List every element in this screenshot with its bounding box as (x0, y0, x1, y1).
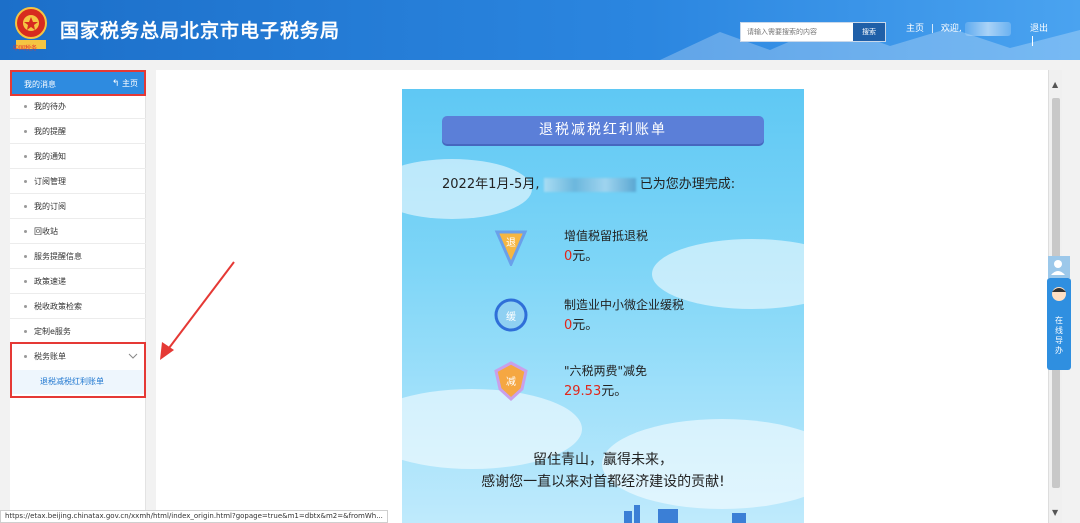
benefit-deferred-tax: 缓 制造业中小微企业缓税 0元。 (402, 293, 804, 337)
blurred-company-name (543, 177, 636, 192)
amount-unit: 元。 (572, 249, 599, 264)
back-arrow-icon: ↰ (111, 79, 120, 89)
sidebar-item-subscription-manage[interactable]: 订阅管理 (10, 169, 146, 194)
sidebar-item-recycle-bin[interactable]: 回收站 (10, 219, 146, 244)
red-arrow-annotation (160, 261, 235, 360)
sidebar-home-label: 主页 (122, 79, 138, 88)
benefit-amount-line: 0元。 (564, 245, 598, 264)
sidebar-item-todo[interactable]: 我的待办 (10, 94, 146, 119)
sidebar-item-my-subscriptions[interactable]: 我的订阅 (10, 194, 146, 219)
search-box: 搜索 (740, 22, 886, 42)
sidebar-item-notifications[interactable]: 我的通知 (10, 144, 146, 169)
benefit-name: "六税两费"减免 (564, 364, 648, 378)
sidebar-header-label: 我的消息 (24, 80, 56, 89)
thanks-line-2: 感谢您一直以来对首都经济建设的贡献! (481, 474, 725, 490)
divider (1032, 36, 1033, 46)
amount-unit: 元。 (601, 384, 628, 399)
blurred-username (964, 21, 1011, 36)
logout-link[interactable]: 退出 (1030, 21, 1048, 34)
badge-char: 退 (506, 238, 516, 249)
sidebar-home-link[interactable]: ↰ 主页 (112, 78, 138, 89)
benefit-name: 增值税留抵退税 (564, 229, 649, 243)
sidebar: 我的消息 ↰ 主页 我的待办 我的提醒 我的通知 订阅管理 我的订阅 回收站 服… (10, 70, 146, 523)
sidebar-menu: 我的待办 我的提醒 我的通知 订阅管理 我的订阅 回收站 服务提醒信息 政策速递… (10, 94, 146, 369)
benefit-amount-line: 29.53元。 (564, 380, 627, 399)
poster-title-bar: 退税减税红利账单 (442, 116, 764, 144)
intro-suffix: 已为您办理完成: (639, 177, 736, 192)
badge-char: 缓 (506, 312, 516, 323)
tax-bill-poster: 退税减税红利账单 2022年1月-5月, 已为您办理完成: 退 增值税留抵退税 … (402, 89, 804, 523)
sidebar-item-policy-search[interactable]: 税收政策检索 (10, 294, 146, 319)
divider: | (930, 24, 934, 34)
top-links: 主页 | 欢迎, (906, 21, 1011, 36)
sidebar-header-my-messages[interactable]: 我的消息 ↰ 主页 (10, 70, 146, 96)
scroll-down-icon[interactable]: ▼ (1052, 508, 1058, 517)
online-guide-button[interactable]: 在线导办 (1047, 278, 1071, 370)
search-button[interactable]: 搜索 (853, 23, 885, 41)
poster-title: 退税减税红利账单 (539, 122, 667, 138)
site-title: 国家税务总局北京市电子税务局 (60, 20, 341, 42)
logo-caption: 中国税务 (13, 45, 38, 52)
user-star-icon[interactable] (1048, 256, 1070, 278)
benefit-six-taxes-reduction: 减 "六税两费"减免 29.53元。 (402, 359, 804, 403)
poster-intro: 2022年1月-5月, 已为您办理完成: (442, 173, 735, 192)
welcome-text: 欢迎, (940, 24, 962, 34)
search-input[interactable] (741, 23, 855, 41)
online-guide-label: 在线导办 (1055, 316, 1063, 355)
benefit-vat-refund: 退 增值税留抵退税 0元。 (402, 224, 804, 268)
thanks-message: 留住青山，赢得未来， 感谢您一直以来对首都经济建设的贡献! (402, 449, 804, 493)
status-bar-url: https://etax.beijing.chinatax.gov.cn/xxm… (0, 510, 388, 523)
sidebar-item-service-reminders[interactable]: 服务提醒信息 (10, 244, 146, 269)
badge-char: 减 (506, 377, 516, 388)
top-header: 中国税务 国家税务总局北京市电子税务局 搜索 主页 | 欢迎, 退出 (0, 0, 1080, 60)
home-link[interactable]: 主页 (906, 21, 924, 34)
sidebar-item-reminders[interactable]: 我的提醒 (10, 119, 146, 144)
scroll-up-icon[interactable]: ▲ (1052, 80, 1058, 89)
amount-unit: 元。 (572, 318, 599, 333)
city-skyline-decoration (624, 505, 746, 523)
thanks-line-1: 留住青山，赢得未来， (533, 452, 673, 468)
sidebar-item-custom-eservice[interactable]: 定制e服务 (10, 319, 146, 344)
sidebar-item-policy-express[interactable]: 政策速递 (10, 269, 146, 294)
highlight-box (10, 342, 146, 398)
period-text: 2022年1月-5月, (442, 177, 540, 192)
service-avatar-icon (1052, 287, 1066, 301)
benefit-name: 制造业中小微企业缓税 (564, 298, 685, 312)
benefit-amount-line: 0元。 (564, 314, 598, 333)
benefit-amount: 29.53 (564, 384, 602, 399)
